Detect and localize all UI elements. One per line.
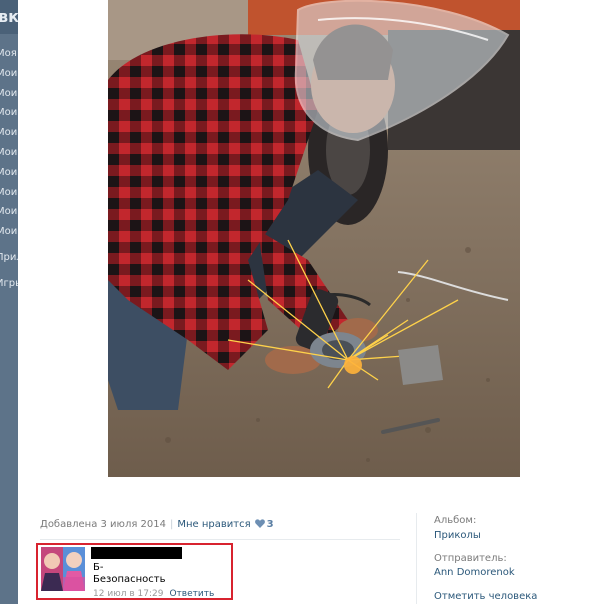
sidebar-item[interactable]: Мои Музыка — [0, 64, 18, 84]
like-count[interactable]: 3 — [267, 519, 274, 530]
sidebar-item[interactable]: Игры — [0, 274, 18, 294]
comment-meta: 12 июл в 17:29 Ответить — [93, 589, 214, 599]
album-link[interactable]: Приколы — [434, 530, 481, 541]
comment-time[interactable]: 12 июл в 17:29 — [93, 589, 163, 599]
reply-link[interactable]: Ответить — [169, 589, 214, 599]
sidebar-item[interactable]: Мои Группы — [0, 163, 18, 183]
sidebar-item[interactable]: Моя Страница — [0, 44, 18, 64]
added-date: Добавлена 3 июля 2014 — [40, 519, 167, 530]
sender-label: Отправитель: — [434, 553, 507, 564]
sidebar-item[interactable]: Мои Видеозаписи — [0, 103, 18, 123]
column-divider — [416, 513, 417, 604]
sidebar-menu: Моя Страница Мои Музыка Мои Фотографии М… — [0, 44, 18, 294]
sidebar-item[interactable]: Приложения — [0, 248, 18, 268]
photo-info-bar: Добавлена 3 июля 2014 | Мне нравится 3 — [40, 519, 274, 530]
left-sidebar: вк Моя Страница Мои Музыка Мои Фотографи… — [0, 0, 18, 604]
sender-link[interactable]: Ann Domorenok — [434, 567, 515, 578]
redacted-author-name — [91, 547, 182, 559]
album-label: Альбом: — [434, 515, 477, 526]
site-logo[interactable]: вк — [0, 0, 18, 34]
sidebar-item[interactable]: Мои Аудиозаписи — [0, 123, 18, 143]
separator: | — [170, 519, 174, 530]
info-divider — [40, 539, 400, 540]
photo-illustration — [108, 0, 520, 477]
sidebar-item[interactable]: Мои Новости — [0, 183, 18, 203]
like-button[interactable]: Мне нравится — [177, 519, 250, 530]
heart-icon[interactable] — [254, 519, 265, 528]
viewer-right-margin — [521, 0, 599, 490]
comment-text-line: Б- — [93, 562, 104, 573]
comment-text-line: Безопасность — [93, 574, 166, 585]
sidebar-item[interactable]: Мои Настройки — [0, 222, 18, 242]
sidebar-item[interactable]: Мои Ответы — [0, 202, 18, 222]
viewer-photo[interactable] — [108, 0, 520, 477]
tag-person-link[interactable]: Отметить человека — [434, 591, 537, 602]
sidebar-item[interactable]: Мои Фотографии — [0, 84, 18, 104]
avatar[interactable] — [41, 547, 85, 591]
sidebar-item[interactable]: Мои Сообщения — [0, 143, 18, 163]
